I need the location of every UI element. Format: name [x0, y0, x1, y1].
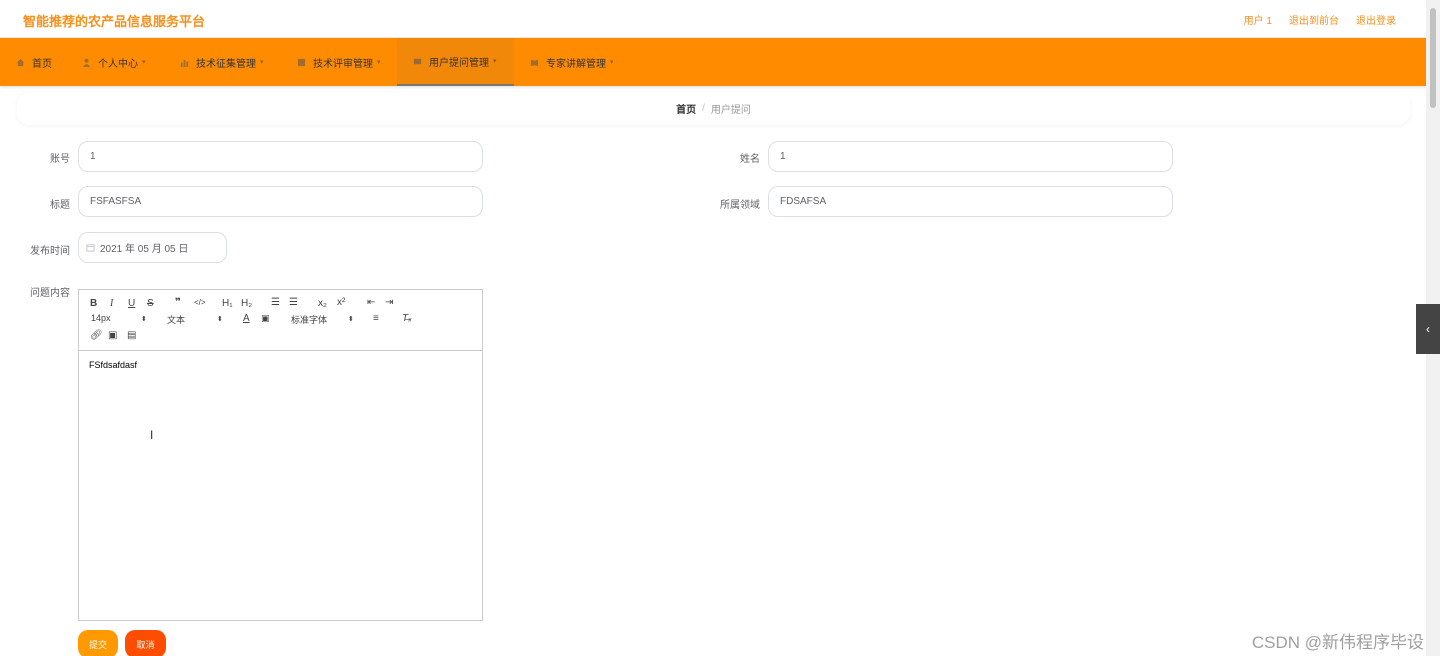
outdent-icon[interactable]: ⇤	[367, 297, 375, 308]
publish-time-label: 发布时间	[30, 246, 70, 257]
nav-item-profile[interactable]: 个人中心 ▾	[82, 38, 146, 86]
side-panel-toggle[interactable]: ‹	[1416, 304, 1440, 354]
italic-icon[interactable]: I	[110, 298, 113, 309]
indent-icon[interactable]: ⇥	[385, 297, 393, 308]
header-select-value: 文本	[167, 315, 186, 325]
title-input[interactable]: FSFASFSA	[78, 186, 483, 217]
nav-label: 个人中心	[98, 58, 138, 70]
header-links: 用户 1 退出到前台 退出登录	[1244, 12, 1396, 27]
account-input[interactable]: 1	[78, 141, 483, 172]
select-arrows-icon: ⬍	[348, 316, 354, 323]
header-select[interactable]: 文本 ⬍	[167, 313, 225, 326]
chevron-down-icon: ▾	[377, 59, 381, 66]
chat-icon	[413, 58, 422, 64]
heading1-icon[interactable]: H₁	[222, 298, 233, 309]
app-title: 智能推荐的农产品信息服务平台	[23, 14, 206, 29]
calendar-icon	[86, 244, 95, 252]
nav-item-home[interactable]: 首页	[16, 38, 52, 86]
nav-label: 专家讲解管理	[546, 58, 606, 70]
grid-icon	[297, 58, 306, 66]
breadcrumb-home[interactable]: 首页	[676, 101, 696, 116]
book-icon	[530, 59, 539, 66]
chevron-down-icon: ▾	[142, 59, 146, 66]
font-size-select[interactable]: 14px ⬍	[91, 313, 149, 323]
link-icon[interactable]: 🔗︎	[90, 330, 103, 341]
current-user[interactable]: 用户 1	[1244, 12, 1272, 27]
name-label: 姓名	[740, 154, 760, 165]
nav-label: 首页	[32, 58, 52, 70]
publish-date-picker[interactable]: 2021 年 05 月 05 日	[78, 232, 227, 263]
clear-format-icon[interactable]: T̶ₓ	[402, 313, 412, 324]
font-family-select[interactable]: 标准字体 ⬍	[291, 313, 357, 326]
background-color-icon[interactable]: ▣	[261, 313, 270, 324]
nav-item-tech-collect[interactable]: 技术征集管理 ▾	[180, 38, 264, 86]
nav-label: 技术征集管理	[196, 58, 256, 70]
select-arrows-icon: ⬍	[141, 316, 147, 323]
top-header: 智能推荐的农产品信息服务平台 用户 1 退出到前台 退出登录	[0, 0, 1426, 38]
nav-label: 用户提问管理	[429, 57, 489, 69]
field-input[interactable]: FDSAFSA	[768, 186, 1173, 217]
logout-link[interactable]: 退出登录	[1356, 12, 1396, 27]
breadcrumb-separator: /	[702, 103, 705, 114]
heading2-icon[interactable]: H₂	[241, 298, 252, 309]
rich-text-editor: B I U S ❞ </> H₁ H₂ ☰ ☰ x₂ x² ⇤ ⇥ 14px ⬍ …	[78, 289, 483, 621]
font-family-value: 标准字体	[291, 315, 328, 325]
chevron-down-icon: ▾	[610, 59, 614, 66]
publish-date-value: 2021 年 05 月 05 日	[100, 244, 189, 255]
strikethrough-icon[interactable]: S	[147, 298, 154, 309]
question-content-label: 问题内容	[30, 288, 70, 299]
user-icon	[82, 58, 91, 67]
submit-button[interactable]: 提交	[78, 630, 118, 656]
image-icon[interactable]: ▣	[108, 330, 117, 341]
breadcrumb: 首页 / 用户提问	[17, 92, 1410, 125]
blockquote-icon[interactable]: ❞	[175, 297, 181, 308]
chevron-down-icon: ▾	[260, 59, 264, 66]
editor-toolbar: B I U S ❞ </> H₁ H₂ ☰ ☰ x₂ x² ⇤ ⇥ 14px ⬍ …	[79, 290, 482, 351]
watermark: CSDN @新伟程序毕设	[1251, 633, 1424, 652]
name-input[interactable]: 1	[768, 141, 1173, 172]
account-label: 账号	[50, 154, 70, 165]
code-block-icon[interactable]: </>	[194, 298, 206, 307]
chevron-left-icon: ‹	[1426, 322, 1430, 336]
field-label: 所属领域	[720, 200, 760, 211]
scrollbar-thumb[interactable]	[1430, 8, 1436, 108]
nav-item-expert-talks[interactable]: 专家讲解管理 ▾	[530, 38, 614, 86]
nav-item-user-questions[interactable]: 用户提问管理 ▾	[397, 38, 514, 86]
nav-item-tech-review[interactable]: 技术评审管理 ▾	[297, 38, 381, 86]
chart-icon	[180, 59, 189, 67]
nav-label: 技术评审管理	[313, 58, 373, 70]
title-label: 标题	[50, 200, 70, 211]
select-arrows-icon: ⬍	[217, 316, 223, 323]
font-color-icon[interactable]: A	[243, 313, 250, 324]
font-size-value: 14px	[91, 313, 111, 323]
ordered-list-icon[interactable]: ☰	[271, 297, 280, 308]
text-cursor-icon: I	[150, 428, 154, 442]
superscript-icon[interactable]: x²	[337, 297, 345, 308]
editor-content[interactable]: FSfdsafdasf	[79, 352, 482, 620]
home-icon	[16, 58, 25, 66]
align-icon[interactable]: ≡	[373, 313, 379, 324]
bold-icon[interactable]: B	[90, 298, 97, 309]
bullet-list-icon[interactable]: ☰	[289, 297, 298, 308]
video-icon[interactable]: ▤	[127, 330, 136, 341]
cancel-button[interactable]: 取消	[125, 630, 166, 656]
exit-to-front-link[interactable]: 退出到前台	[1289, 12, 1339, 27]
underline-icon[interactable]: U	[128, 298, 135, 309]
main-nav: 首页 个人中心 ▾ 技术征集管理 ▾ 技术评审管理 ▾ 用户提问管理 ▾ 专家讲解管理 ▾	[0, 38, 1426, 86]
chevron-down-icon: ▾	[493, 58, 497, 65]
breadcrumb-current: 用户提问	[710, 105, 751, 116]
subscript-icon[interactable]: x₂	[318, 298, 327, 309]
